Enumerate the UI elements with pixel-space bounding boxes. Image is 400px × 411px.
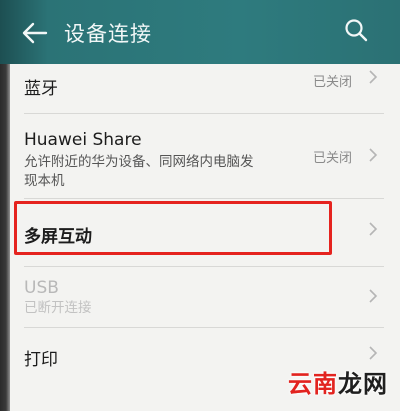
watermark-part2: 龙网	[338, 370, 388, 398]
arrow-left-icon[interactable]	[22, 22, 48, 44]
chevron-right-icon	[369, 222, 378, 236]
huawei-share-label: Huawei Share	[24, 130, 142, 150]
search-icon[interactable]	[344, 18, 368, 42]
divider	[24, 198, 384, 199]
page-title: 设备连接	[64, 22, 152, 46]
bluetooth-setting[interactable]: 蓝牙 已关闭	[10, 64, 382, 108]
highlight-box	[14, 201, 332, 255]
watermark-part1: 云南	[288, 370, 338, 398]
chevron-right-icon	[369, 289, 378, 303]
bluetooth-status: 已关闭	[312, 75, 352, 90]
huawei-share-status: 已关闭	[312, 151, 352, 166]
divider	[24, 327, 384, 328]
usb-label: USB	[24, 278, 59, 298]
print-label: 打印	[24, 350, 58, 370]
chevron-right-icon	[369, 346, 378, 360]
divider	[24, 113, 384, 114]
usb-description: 已断开连接	[24, 300, 92, 316]
bluetooth-label: 蓝牙	[24, 79, 58, 99]
chevron-right-icon	[369, 70, 378, 84]
watermark: 云南龙网	[288, 364, 388, 399]
divider	[24, 266, 384, 267]
usb-setting[interactable]: USB 已断开连接	[10, 270, 382, 326]
phone-screen: 设备连接 蓝牙 已关闭 Huawei Share 允许附近的华为设备、同网络内电…	[0, 0, 400, 411]
huawei-share-setting[interactable]: Huawei Share 允许附近的华为设备、同网络内电脑发现本机 已关闭	[10, 120, 382, 192]
app-bar: 设备连接	[0, 0, 400, 64]
huawei-share-description: 允许附近的华为设备、同网络内电脑发现本机	[24, 154, 254, 189]
chevron-right-icon	[369, 148, 378, 162]
